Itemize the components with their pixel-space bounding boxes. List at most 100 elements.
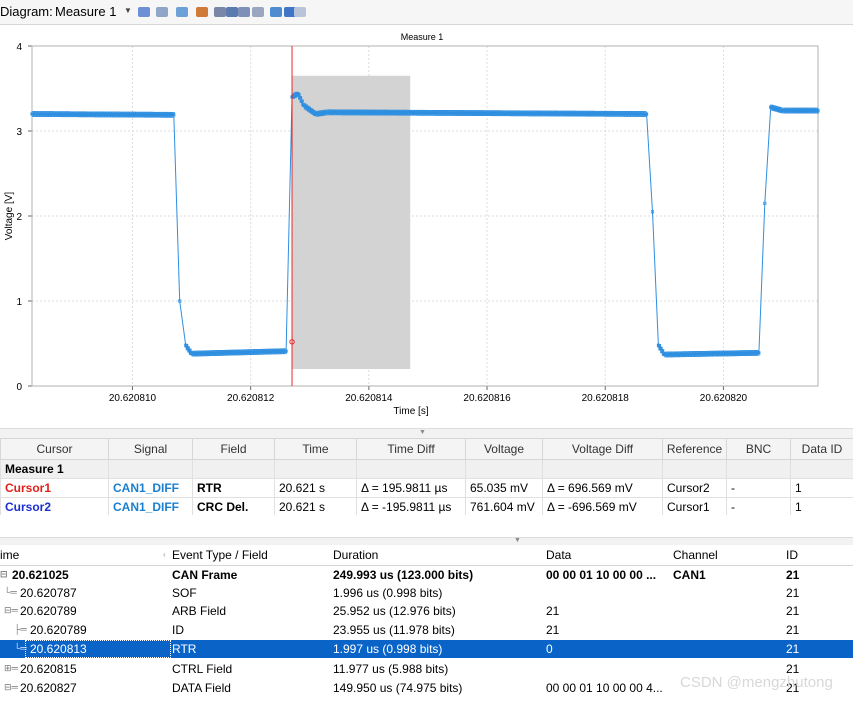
sort-icon[interactable]: ‹ <box>163 550 166 559</box>
event-data: 00 00 01 10 00 00 4... <box>546 681 663 695</box>
expand-icon[interactable]: ⊞═ <box>4 663 18 674</box>
collapse-icon[interactable]: ⊟═ <box>4 682 18 693</box>
cursor2-icon[interactable] <box>226 7 238 17</box>
table-row[interactable]: ⊟═ 20.620789 ARB Field 25.952 us (12.976… <box>0 602 853 620</box>
col-event-type[interactable]: Event Type / Field <box>172 548 268 562</box>
data-id-value: 1 <box>790 478 853 498</box>
bnc-value: - <box>726 478 791 498</box>
event-data: 21 <box>546 604 560 618</box>
time-value: 20.621 s <box>274 478 357 498</box>
cursor-name: Cursor2 <box>0 497 109 517</box>
col-id[interactable]: ID <box>786 548 798 562</box>
event-time: 20.620815 <box>20 662 77 676</box>
event-type: RTR <box>172 642 197 656</box>
x-tick-label: 20.620812 <box>227 393 275 404</box>
x-tick-labels: 20.620810 20.620812 20.620814 20.620816 20.6… <box>109 393 748 404</box>
event-duration: 23.955 us (11.978 bits) <box>333 623 455 637</box>
table-row[interactable]: Cursor2 CAN1_DIFF CRC Del. 20.621 s Δ = … <box>0 497 853 517</box>
event-id: 21 <box>786 586 800 600</box>
tree-leaf-icon: └═ <box>14 643 27 653</box>
voltage-series-points <box>30 91 820 358</box>
collapse-icon[interactable]: ⊟ <box>0 569 8 580</box>
marker-icon[interactable] <box>196 7 208 17</box>
tree-leaf-icon: ├═ <box>14 624 27 634</box>
table-row[interactable]: ⊟ 20.621025 CAN Frame 249.993 us (123.00… <box>0 566 853 584</box>
y-tick-labels: 0 1 2 3 4 <box>16 42 22 393</box>
col-cursor[interactable]: Cursor <box>0 438 109 460</box>
diagram-label: Diagram: <box>0 4 53 19</box>
event-id: 21 <box>786 623 800 637</box>
x-tick-label: 20.620816 <box>463 393 511 404</box>
redo-icon[interactable] <box>294 7 306 17</box>
event-type: CAN Frame <box>172 568 238 582</box>
diagram-select[interactable]: Measure 1 <box>55 4 116 19</box>
col-duration[interactable]: Duration <box>333 548 378 562</box>
splitter-grip-icon: ▼ <box>514 537 521 544</box>
voltage-value: 761.604 mV <box>465 497 543 517</box>
tree-leaf-icon: └═ <box>4 587 17 597</box>
y-tick-label: 0 <box>16 382 22 393</box>
options-icon[interactable] <box>252 7 264 17</box>
table-row[interactable]: └═ 20.620787 SOF 1.996 us (0.998 bits) 2… <box>0 584 853 602</box>
event-data: 21 <box>546 623 560 637</box>
event-data: 00 00 01 10 00 00 ... <box>546 568 657 582</box>
event-id: 21 <box>786 568 800 582</box>
event-time: 20.620813 <box>30 642 87 656</box>
col-data[interactable]: Data <box>546 548 571 562</box>
measure-icon[interactable] <box>238 7 250 17</box>
group-row[interactable]: Measure 1 <box>0 459 853 479</box>
col-signal[interactable]: Signal <box>108 438 193 460</box>
event-duration: 249.993 us (123.000 bits) <box>333 568 474 582</box>
col-field[interactable]: Field <box>192 438 275 460</box>
col-reference[interactable]: Reference <box>662 438 727 460</box>
selection-region[interactable] <box>292 75 411 369</box>
col-time-diff[interactable]: Time Diff <box>356 438 466 460</box>
event-duration: 1.996 us (0.998 bits) <box>333 586 443 600</box>
cursor-table-empty-area <box>0 515 853 537</box>
voltage-chart: Measure 1 20.620810 20.620812 20.620814 20.… <box>0 25 853 425</box>
voltage-diff-value: Δ = -696.569 mV <box>542 497 663 517</box>
x-tick-label: 20.620814 <box>345 393 393 404</box>
collapse-icon[interactable]: ⊟═ <box>4 605 18 616</box>
event-type: DATA Field <box>172 681 231 695</box>
chart-title: Measure 1 <box>401 32 444 42</box>
col-channel[interactable]: Channel <box>673 548 718 562</box>
voltage-diff-value: Δ = 696.569 mV <box>542 478 663 498</box>
table-row[interactable]: ├═ 20.620789 ID 23.955 us (11.978 bits) … <box>0 621 853 639</box>
table-row-selected[interactable]: └═ 20.620813 RTR 1.997 us (0.998 bits) 0… <box>0 640 853 658</box>
col-time[interactable]: ime <box>0 548 19 562</box>
event-time: 20.620827 <box>20 681 77 695</box>
event-data: 0 <box>546 642 553 656</box>
data-id-value: 1 <box>790 497 853 517</box>
table-row[interactable]: Cursor1 CAN1_DIFF RTR 20.621 s Δ = 195.9… <box>0 478 853 498</box>
col-voltage-diff[interactable]: Voltage Diff <box>542 438 663 460</box>
y-axis-label: Voltage [V] <box>4 192 15 241</box>
voltage-series-line <box>32 91 819 358</box>
col-bnc[interactable]: BNC <box>726 438 791 460</box>
col-time[interactable]: Time <box>274 438 357 460</box>
event-type: ID <box>172 623 184 637</box>
chart-icon[interactable] <box>270 7 282 17</box>
zoom-out-icon[interactable] <box>156 7 168 17</box>
event-duration: 149.950 us (74.975 bits) <box>333 681 463 695</box>
cursor-icon[interactable] <box>214 7 226 17</box>
event-time: 20.621025 <box>12 568 69 582</box>
y-tick-label: 4 <box>16 42 22 53</box>
fit-icon[interactable] <box>176 7 188 17</box>
chart-grid <box>28 45 818 390</box>
watermark: CSDN @mengzhutong <box>680 674 833 691</box>
cursor-name: Cursor1 <box>0 478 109 498</box>
signal-name: CAN1_DIFF <box>108 497 193 517</box>
col-data-id[interactable]: Data ID <box>790 438 853 460</box>
col-voltage[interactable]: Voltage <box>465 438 543 460</box>
chevron-down-icon[interactable]: ▼ <box>124 6 132 15</box>
bnc-value: - <box>726 497 791 517</box>
reference-value: Cursor2 <box>662 478 727 498</box>
event-type: CTRL Field <box>172 662 233 676</box>
event-time: 20.620789 <box>20 604 77 618</box>
reference-value: Cursor1 <box>662 497 727 517</box>
y-tick-label: 1 <box>16 297 22 308</box>
time-diff-value: Δ = -195.9811 µs <box>356 497 466 517</box>
signal-name: CAN1_DIFF <box>108 478 193 498</box>
zoom-in-icon[interactable] <box>138 7 150 17</box>
